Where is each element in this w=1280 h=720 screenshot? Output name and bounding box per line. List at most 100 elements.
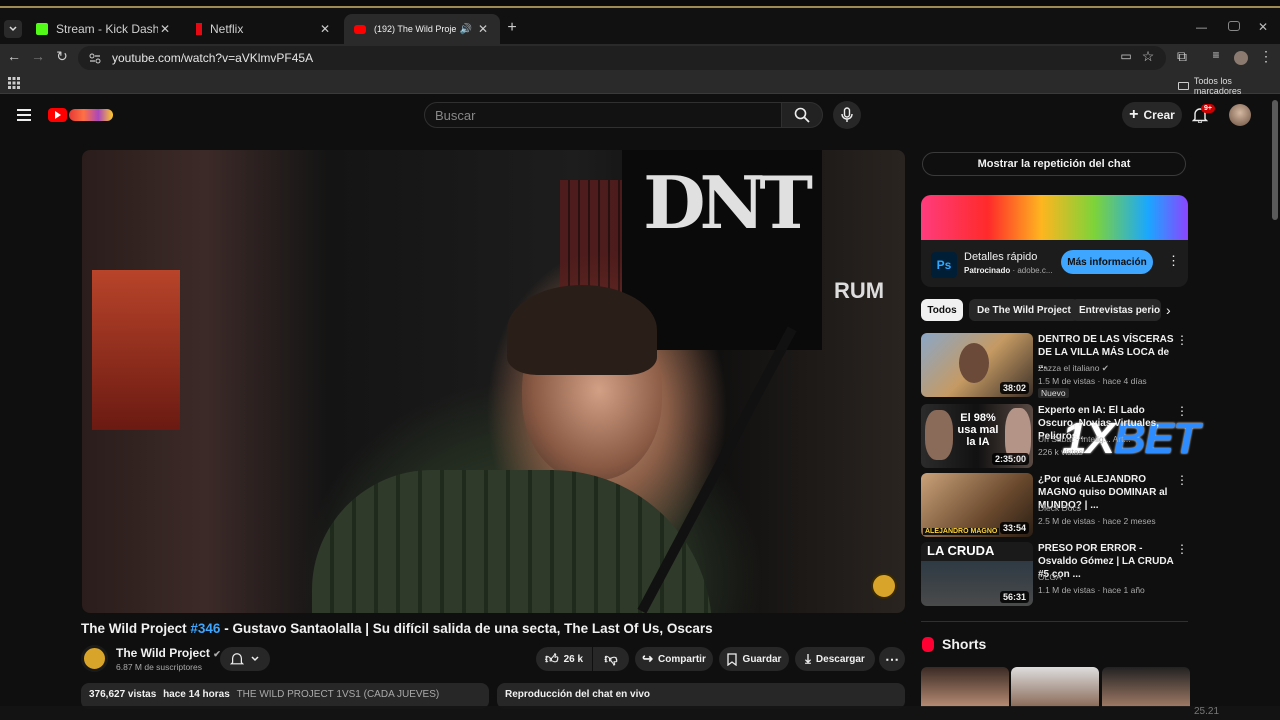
short-thumbnail[interactable] <box>921 667 1009 707</box>
list-item[interactable]: 38:02 DENTRO DE LAS VÍSCERAS DE LA VILLA… <box>921 333 1188 398</box>
menu-dots-icon[interactable]: ⋮ <box>1256 48 1276 65</box>
page-scrollbar[interactable] <box>1272 100 1278 220</box>
rec-channel: Uri Sabat · Intelig... Art... <box>1038 434 1131 444</box>
back-icon[interactable]: ← <box>4 48 24 64</box>
rec-meta: 226 k vistas <box>1038 447 1083 457</box>
thumbs-up-icon: 👍︎ <box>544 651 559 666</box>
verified-icon: ✔ <box>1101 363 1109 373</box>
bookmarks-bar: Todos los marcadores <box>0 72 1280 96</box>
close-icon[interactable]: ✕ <box>318 22 332 36</box>
chip-todos[interactable]: Todos <box>921 299 963 321</box>
save-button[interactable]: Guardar <box>719 647 789 671</box>
taskbar-clock: 25.21 <box>1194 706 1220 717</box>
video-thumbnail[interactable]: 38:02 <box>921 333 1033 397</box>
minimize-icon[interactable]: — <box>1196 22 1212 34</box>
chip-de-the-wild-project[interactable]: De The Wild Project <box>969 299 1079 321</box>
notification-badge: 9+ <box>1201 104 1215 113</box>
thumb-text: LA CRUDA <box>927 543 995 558</box>
chat-replay-label: Mostrar la repetición del chat <box>977 158 1131 170</box>
close-window-icon[interactable]: ✕ <box>1258 20 1268 34</box>
ad-cta-button[interactable]: Más información <box>1061 250 1153 274</box>
reload-icon[interactable]: ↻ <box>52 48 72 65</box>
title-hashtag[interactable]: #346 <box>190 621 220 636</box>
video-thumbnail[interactable]: El 98% usa mal la IA 2:35:00 <box>921 404 1033 468</box>
shelf-text: RUM <box>834 278 885 303</box>
forward-icon[interactable]: → <box>28 48 48 64</box>
list-item[interactable]: El 98% usa mal la IA 2:35:00 Experto en … <box>921 404 1188 468</box>
maximize-icon[interactable] <box>1228 21 1240 31</box>
notifications-button[interactable]: 9+ <box>1192 104 1215 125</box>
omnibox[interactable]: youtube.com/watch?v=aVKlmvPF45A <box>78 46 1166 70</box>
taskbar: 25.21 <box>0 706 1280 720</box>
upload-age: hace 14 horas <box>163 689 230 700</box>
rec-meta: 1.5 M de vistas · hace 4 días <box>1038 376 1147 386</box>
ad-meta: Patrocinado · adobe.c... <box>964 266 1053 275</box>
duration-badge: 38:02 <box>999 382 1029 394</box>
ad-domain: adobe.c... <box>1017 266 1053 275</box>
channel-avatar[interactable] <box>81 645 108 672</box>
channel-watermark-icon[interactable] <box>871 573 897 599</box>
create-button[interactable]: + Crear <box>1122 102 1182 128</box>
url-text[interactable]: youtube.com/watch?v=aVKlmvPF45A <box>112 51 313 65</box>
voice-search-button[interactable] <box>833 101 861 129</box>
more-options-icon[interactable]: ⋮ <box>1176 473 1188 487</box>
star-icon[interactable]: ☆ <box>1138 48 1158 65</box>
chevron-right-icon[interactable]: › <box>1166 302 1171 318</box>
like-button[interactable]: 👍︎ 26 k <box>536 647 592 671</box>
search-button[interactable] <box>781 102 823 128</box>
close-icon[interactable]: ✕ <box>476 22 490 36</box>
cast-icon[interactable]: ▭ <box>1116 49 1136 63</box>
plus-icon: + <box>1129 106 1139 123</box>
tab-youtube[interactable]: (192) The Wild Project #346 🔊 ✕ <box>344 14 500 44</box>
hamburger-menu-icon[interactable] <box>17 109 31 121</box>
list-item[interactable]: LA CRUDA 56:31 PRESO POR ERROR - Osvaldo… <box>921 542 1188 606</box>
chevron-down-icon <box>251 656 259 662</box>
rec-channel: Dieck Docs <box>1038 503 1081 513</box>
bell-icon <box>230 653 244 665</box>
search-icon <box>794 107 810 123</box>
tab-title: Stream - Kick Dashboard <box>56 22 158 36</box>
youtube-logo[interactable] <box>48 108 114 122</box>
rec-channel: OLGA <box>1038 572 1062 582</box>
video-thumbnail[interactable]: ALEJANDRO MAGNO 33:54 <box>921 473 1033 537</box>
dislike-button[interactable]: 👎︎ <box>593 647 629 671</box>
short-thumbnail[interactable] <box>1011 667 1099 707</box>
more-options-icon[interactable]: ⋮ <box>1176 333 1188 347</box>
short-thumbnail[interactable] <box>1102 667 1190 707</box>
shorts-label: Shorts <box>942 636 987 652</box>
show-chat-replay-button[interactable]: Mostrar la repetición del chat <box>922 152 1186 176</box>
ad-more-icon[interactable]: ⋮ <box>1167 253 1180 269</box>
new-tab-button[interactable]: + <box>504 20 520 36</box>
media-icon[interactable]: ≡ <box>1206 48 1226 62</box>
video-player[interactable]: DNT RUM <box>82 150 905 613</box>
all-bookmarks-button[interactable]: Todos los marcadores <box>1178 76 1280 96</box>
speaker-icon[interactable]: 🔊 <box>460 24 472 35</box>
chip-entrevistas[interactable]: Entrevistas perio <box>1071 299 1161 321</box>
apps-grid-icon[interactable] <box>8 77 20 89</box>
search-input[interactable]: Buscar <box>424 102 782 128</box>
profile-avatar[interactable] <box>1234 51 1248 65</box>
ad-banner[interactable] <box>921 195 1188 240</box>
more-options-icon[interactable]: ⋮ <box>1176 542 1188 556</box>
folder-icon <box>1178 82 1189 90</box>
extensions-icon[interactable]: ⧉ <box>1172 48 1192 65</box>
list-item[interactable]: ALEJANDRO MAGNO 33:54 ¿Por qué ALEJANDRO… <box>921 473 1188 537</box>
more-actions-button[interactable]: ⋯ <box>879 647 905 671</box>
tab-search-button[interactable] <box>4 20 22 38</box>
channel-name-text: The Wild Project <box>116 646 210 660</box>
live-chat-label: Reproducción del chat en vivo <box>505 689 651 700</box>
video-thumbnail[interactable]: LA CRUDA 56:31 <box>921 542 1033 606</box>
more-options-icon[interactable]: ⋮ <box>1176 404 1188 418</box>
close-icon[interactable]: ✕ <box>158 22 172 36</box>
tab-kick[interactable]: Stream - Kick Dashboard ✕ <box>26 14 182 44</box>
tab-netflix[interactable]: Netflix ✕ <box>186 14 342 44</box>
subscribe-bell-button[interactable] <box>220 647 270 671</box>
channel-name[interactable]: The Wild Project ✔ <box>116 646 221 660</box>
site-info-icon[interactable] <box>88 51 102 65</box>
ad-card[interactable]: Ps Detalles rápido Patrocinado · adobe.c… <box>921 195 1188 287</box>
youtube-icon <box>354 24 366 34</box>
title-rest: - Gustavo Santaolalla | Su difícil salid… <box>220 621 713 636</box>
download-button[interactable]: ⤓ Descargar <box>795 647 875 671</box>
share-button[interactable]: ↪ Compartir <box>635 647 713 671</box>
account-avatar[interactable] <box>1229 104 1251 126</box>
